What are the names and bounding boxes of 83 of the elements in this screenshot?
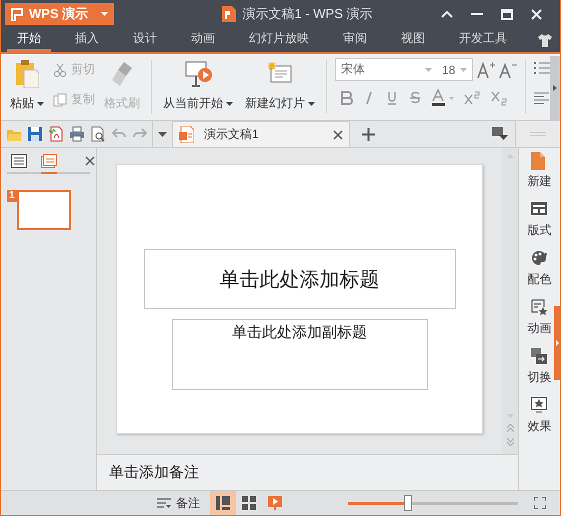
page-icon [531,152,548,170]
paste-button[interactable]: 粘贴 [7,58,47,114]
ribbon-tab[interactable]: 视图 [391,28,435,52]
play-from-current-button[interactable]: 从当前开始 [160,58,236,114]
dropdown-arrow-icon [425,68,432,72]
shirt-icon[interactable] [538,34,552,46]
subtitle-placeholder[interactable]: 单击此处添加副标题 [172,319,428,390]
slideshow-icon[interactable] [268,496,282,510]
ribbon-tab[interactable]: 开发工具 [449,28,517,52]
notes-toggle-button[interactable]: 备注 [157,494,200,512]
sidebar-item[interactable]: 切换 [528,348,552,397]
brush-icon [110,60,134,88]
normal-view-icon[interactable] [216,496,230,510]
effect-icon [531,397,548,415]
outline-icon[interactable] [11,154,27,168]
title-placeholder[interactable]: 单击此处添加标题 [144,249,456,309]
ribbon-tab[interactable]: 插入 [65,28,109,52]
slides-view-tab[interactable] [41,154,57,174]
dropdown-arrow-icon [460,68,467,72]
shrink-font-icon[interactable] [499,60,517,78]
caret-icon [226,102,233,106]
caret-icon [101,12,108,16]
close-icon[interactable] [333,130,343,140]
bullet-list-icon[interactable] [534,62,550,74]
sidebar-item[interactable]: 新建 [528,152,552,201]
print-preview-icon[interactable] [90,126,106,142]
window-title: 演示文稿1 - WPS 演示 [242,5,372,23]
sidebar-item[interactable]: 效果 [528,397,552,446]
notes-lines-icon [157,498,171,508]
presentation-file-icon [222,6,236,22]
slide-sorter-icon[interactable] [242,496,256,510]
notes-placeholder[interactable]: 单击添加备注 [109,463,199,482]
underline-icon[interactable] [385,90,399,106]
close-icon[interactable] [85,156,95,166]
align-left-icon[interactable] [534,92,550,104]
grow-font-icon[interactable] [477,60,495,78]
font-name-field[interactable]: 宋体 [335,58,438,81]
vertical-scrollbar[interactable] [502,148,518,454]
ribbon-tab[interactable]: 设计 [123,28,167,52]
palette-icon [531,250,548,268]
collapse-ribbon-icon[interactable] [441,10,453,18]
star-slide-icon [531,299,548,317]
slide-number: 1 [7,190,17,202]
new-slide-button[interactable]: 新建幻灯片 [242,58,318,114]
projector-play-icon [184,60,212,88]
caret-icon [37,102,44,106]
maximize-icon[interactable] [501,8,513,20]
bold-icon[interactable] [339,90,353,106]
superscript-icon[interactable] [464,90,482,106]
slides-icon [41,154,57,168]
subscript-icon[interactable] [491,90,509,106]
caret-right-icon [556,340,558,346]
font-size-field[interactable]: 18 [437,58,473,81]
caret-icon [308,102,315,106]
ribbon-tab[interactable]: 动画 [181,28,225,52]
next-slide-icon [506,438,514,446]
scissors-icon [53,62,67,76]
fit-window-icon[interactable] [534,497,546,509]
sidebar-toggle[interactable] [554,306,560,380]
ribbon-tab[interactable]: 幻灯片放映 [239,28,319,52]
presentation-file-icon [179,126,194,143]
minimize-icon[interactable] [471,12,483,16]
previous-slide-icon [506,424,514,432]
caret-right-icon [553,85,557,91]
dropdown-arrow-icon[interactable] [158,132,167,136]
window-list-icon[interactable] [492,127,508,141]
ribbon-tab[interactable]: 审阅 [333,28,377,52]
document-tab-title: 演示文稿1 [204,126,260,143]
document-tab[interactable]: 演示文稿1 [172,121,350,147]
document-icon [11,8,23,20]
clipboard-icon [15,60,39,88]
pdf-export-icon[interactable] [48,126,64,142]
copy-icon [53,92,67,106]
save-icon[interactable] [27,126,43,142]
sidebar-item[interactable]: 配色 [528,250,552,299]
font-color-icon[interactable] [431,89,455,107]
sidebar-item[interactable]: 动画 [528,299,552,348]
slide-transition-icon [531,348,548,366]
zoom-slider[interactable] [348,495,518,511]
sidebar-item[interactable]: 版式 [528,201,552,250]
strikethrough-icon[interactable] [408,90,422,106]
add-tab-icon[interactable] [362,128,375,140]
printer-icon[interactable] [69,126,85,142]
